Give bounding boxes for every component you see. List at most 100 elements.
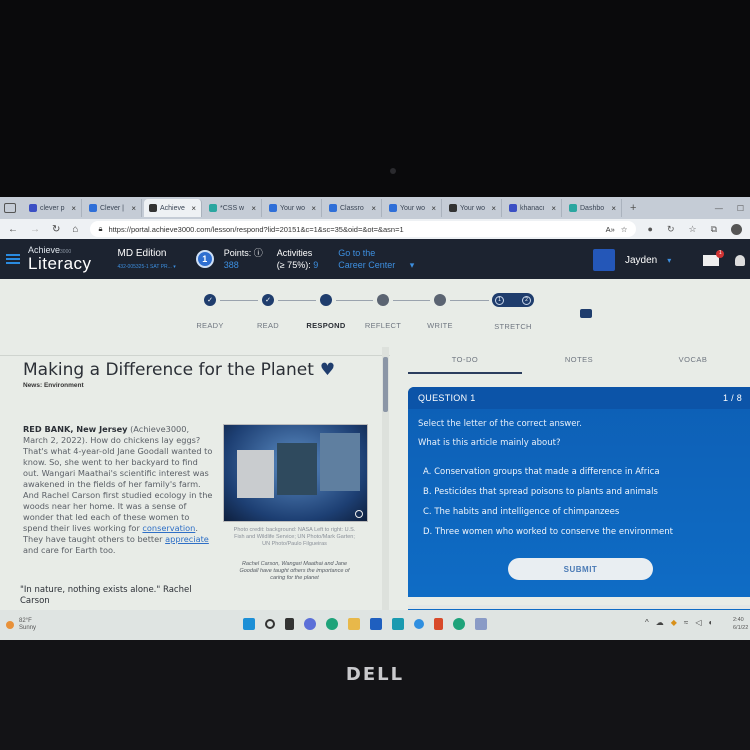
article-scrollbar[interactable] bbox=[382, 347, 389, 640]
favorites-icon[interactable]: ☆ bbox=[688, 224, 696, 235]
profile-avatar[interactable] bbox=[731, 223, 742, 235]
close-tab-icon[interactable]: × bbox=[551, 204, 556, 213]
extension-icon[interactable]: ● bbox=[648, 224, 653, 234]
close-tab-icon[interactable]: × bbox=[611, 204, 616, 213]
tab-favicon-icon bbox=[149, 204, 157, 212]
user-menu[interactable]: Jayden ▾ 1 C bbox=[593, 249, 750, 271]
tab-vocab[interactable]: VOCAB bbox=[636, 355, 750, 374]
favorite-icon[interactable]: ☆ bbox=[621, 225, 628, 234]
volume-icon[interactable]: ◁ bbox=[695, 618, 701, 627]
chat-icon[interactable] bbox=[304, 618, 316, 630]
favorite-heart-icon[interactable]: ♥ bbox=[320, 360, 335, 380]
class-name: 432-005325-1 SAT PR... bbox=[117, 264, 172, 270]
new-tab-button[interactable]: + bbox=[624, 202, 642, 214]
collections-icon[interactable]: ⧉ bbox=[711, 224, 717, 235]
home-icon[interactable]: ⌂ bbox=[72, 224, 78, 235]
answer-option-c[interactable]: C. The habits and intelligence of chimpa… bbox=[423, 507, 673, 527]
wifi-icon[interactable]: ≈ bbox=[684, 618, 688, 627]
vocab-word-appreciate[interactable]: appreciate bbox=[165, 534, 209, 544]
menu-icon[interactable] bbox=[6, 252, 20, 266]
app-logo[interactable]: Achieve3000 Literacy bbox=[28, 246, 92, 273]
minimize-button[interactable]: — bbox=[715, 204, 723, 213]
chevron-up-icon[interactable]: ^ bbox=[645, 618, 649, 627]
article-title: Making a Difference for the Planet ♥ bbox=[23, 360, 335, 380]
close-tab-icon[interactable]: × bbox=[71, 204, 76, 213]
forward-icon[interactable]: → bbox=[30, 224, 40, 235]
store-icon[interactable] bbox=[370, 618, 382, 630]
browser-tab[interactable]: Your wo × bbox=[444, 199, 502, 217]
step-write[interactable]: WRITE bbox=[410, 294, 470, 330]
dateline: RED BANK, New Jersey bbox=[23, 424, 128, 434]
step-read[interactable]: ✓ READ bbox=[238, 294, 298, 330]
step-label: READY bbox=[196, 321, 224, 330]
close-tab-icon[interactable]: × bbox=[191, 204, 196, 213]
scrollbar-thumb[interactable] bbox=[383, 357, 388, 412]
browser-tab[interactable]: clever p × bbox=[24, 199, 82, 217]
close-tab-icon[interactable]: × bbox=[491, 204, 496, 213]
question-instruction: Select the letter of the correct answer. bbox=[418, 419, 582, 429]
office-icon[interactable] bbox=[434, 618, 443, 630]
step-respond[interactable]: RESPOND bbox=[296, 294, 356, 330]
edge-beta-icon[interactable] bbox=[453, 618, 465, 630]
battery-icon[interactable]: ◐ bbox=[708, 618, 713, 627]
read-aloud-icon[interactable]: A» bbox=[606, 225, 615, 234]
stretch-item[interactable]: 1 bbox=[495, 295, 504, 305]
notification-bell-icon[interactable] bbox=[735, 254, 746, 266]
tab-todo[interactable]: TO-DO bbox=[408, 355, 522, 374]
browser-tab[interactable]: Your wo × bbox=[384, 199, 442, 217]
mail-app-icon[interactable] bbox=[392, 618, 404, 630]
stretch-pill[interactable]: 12 bbox=[492, 293, 534, 307]
close-tab-icon[interactable]: × bbox=[251, 204, 256, 213]
tab-notes[interactable]: NOTES bbox=[522, 355, 636, 374]
refresh-icon[interactable]: ↻ bbox=[52, 224, 60, 235]
address-bar[interactable]: 🔒︎ https://portal.achieve3000.com/lesson… bbox=[90, 221, 636, 237]
step-label: STRETCH bbox=[494, 322, 532, 331]
back-icon[interactable]: ← bbox=[8, 224, 18, 235]
browser-tab[interactable]: Clever | × bbox=[84, 199, 142, 217]
points-label: Points: ⓘ bbox=[223, 247, 263, 258]
browser-tab[interactable]: Your wo × bbox=[264, 199, 322, 217]
weather-widget[interactable]: 82°F Sunny bbox=[0, 618, 36, 632]
close-tab-icon[interactable]: × bbox=[131, 204, 136, 213]
step-ready[interactable]: ✓ READY bbox=[180, 294, 240, 330]
close-tab-icon[interactable]: × bbox=[311, 204, 316, 213]
clock[interactable]: 2:40 6/1/22 bbox=[733, 616, 748, 632]
app-tray-icon[interactable]: ◆ bbox=[671, 618, 677, 627]
answer-option-a[interactable]: A. Conservation groups that made a diffe… bbox=[423, 467, 673, 487]
close-tab-icon[interactable]: × bbox=[431, 204, 436, 213]
browser-tab[interactable]: *CSS w × bbox=[204, 199, 262, 217]
answer-option-b[interactable]: B. Pesticides that spread poisons to pla… bbox=[423, 487, 673, 507]
stretch-item[interactable]: 2 bbox=[522, 295, 531, 305]
task-view-icon[interactable] bbox=[285, 618, 294, 630]
vocab-word-conservation[interactable]: conservation bbox=[142, 523, 195, 533]
tab-actions-icon[interactable] bbox=[4, 203, 16, 213]
cloud-icon[interactable]: ☁ bbox=[656, 618, 664, 627]
mail-icon[interactable]: 1 bbox=[703, 249, 725, 266]
tab-favicon-icon bbox=[89, 204, 97, 212]
search-icon[interactable] bbox=[265, 619, 275, 629]
question-label: QUESTION 1 bbox=[418, 393, 476, 403]
article-photo[interactable] bbox=[223, 424, 368, 522]
edge-icon[interactable] bbox=[326, 618, 338, 630]
start-icon[interactable] bbox=[243, 618, 255, 630]
app-icon[interactable] bbox=[414, 619, 424, 629]
maximize-button[interactable]: ☐ bbox=[737, 204, 744, 213]
edition-selector[interactable]: MD Edition 432-005325-1 SAT PR... ▾ bbox=[118, 248, 176, 270]
app-icon[interactable] bbox=[475, 618, 487, 630]
print-icon[interactable] bbox=[580, 309, 592, 318]
refresh-extension-icon[interactable]: ↻ bbox=[667, 224, 675, 235]
close-tab-icon[interactable]: × bbox=[371, 204, 376, 213]
zoom-icon[interactable] bbox=[355, 510, 363, 518]
browser-tab[interactable]: Dashbo × bbox=[564, 199, 622, 217]
browser-tab[interactable]: khanacı × bbox=[504, 199, 562, 217]
step-reflect[interactable]: REFLECT bbox=[353, 294, 413, 330]
browser-tab[interactable]: Achieve × bbox=[144, 199, 202, 217]
edition-title: MD Edition bbox=[117, 248, 167, 259]
step-stretch[interactable]: 1 2 STRETCH bbox=[483, 293, 543, 331]
file-explorer-icon[interactable] bbox=[348, 618, 360, 630]
submit-button[interactable]: SUBMIT bbox=[508, 558, 653, 580]
app-header: Achieve3000 Literacy MD Edition 432-0053… bbox=[0, 239, 750, 279]
browser-tab[interactable]: Classro × bbox=[324, 199, 382, 217]
career-center-link[interactable]: Go to the Career Center ▾ bbox=[338, 247, 414, 271]
answer-option-d[interactable]: D. Three women who worked to conserve th… bbox=[423, 527, 673, 547]
